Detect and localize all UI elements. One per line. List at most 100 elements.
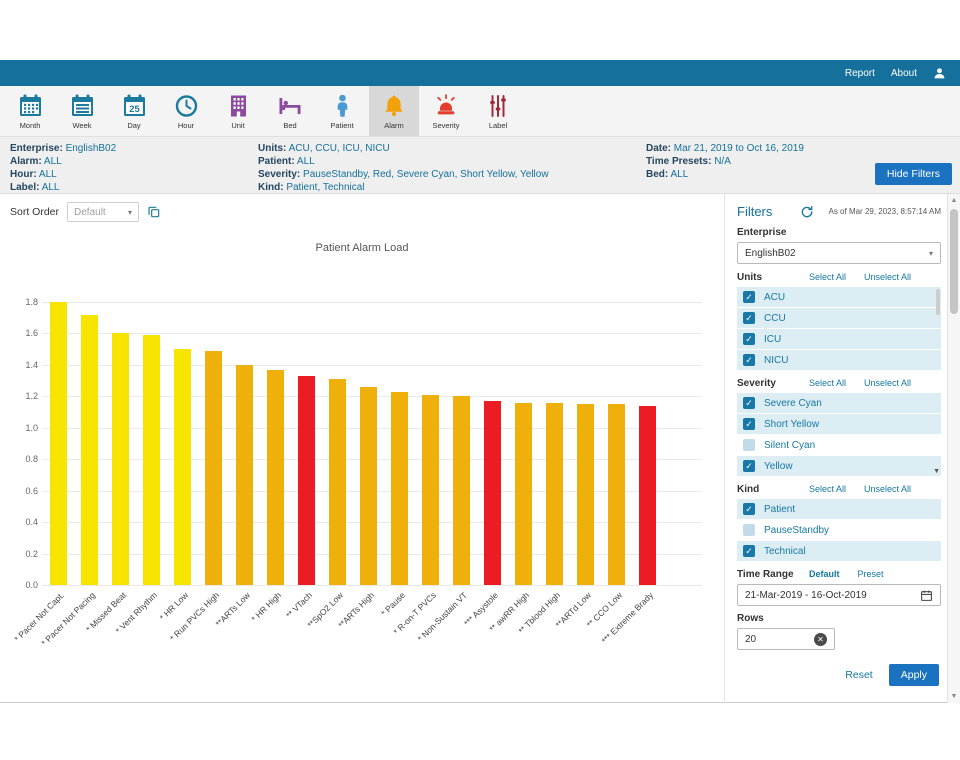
unselect-all-link[interactable]: Unselect All xyxy=(864,378,911,388)
filter-summary-row: Date: Mar 21, 2019 to Oct 16, 2019 xyxy=(646,142,950,155)
time-range-input[interactable]: 21-Mar-2019 - 16-Oct-2019 xyxy=(737,584,941,606)
rows-value: 20 xyxy=(745,634,756,645)
y-axis-tick: 1.6 xyxy=(10,328,38,338)
checkbox[interactable]: ✓ xyxy=(743,545,755,557)
checkbox[interactable] xyxy=(743,524,755,536)
chart: 0.00.20.40.60.81.01.21.41.61.8 * Pacer N… xyxy=(10,302,716,702)
checkbox-row-acu[interactable]: ✓ACU xyxy=(737,287,941,307)
apply-button[interactable]: Apply xyxy=(889,664,939,686)
checkbox-row-patient[interactable]: ✓Patient xyxy=(737,499,941,519)
calendar-month-icon xyxy=(18,93,43,120)
toolbar-item-patient[interactable]: Patient xyxy=(317,86,367,136)
list-scroll-down-icon[interactable]: ▼ xyxy=(933,468,940,475)
filters-panel-header: Filters As of Mar 29, 2023, 8:57:14 AM xyxy=(737,204,941,219)
reset-link[interactable]: Reset xyxy=(845,669,872,681)
list-scrollbar-thumb[interactable] xyxy=(936,289,940,315)
toolbar-item-label[interactable]: Label xyxy=(473,86,523,136)
checkbox[interactable]: ✓ xyxy=(743,503,755,515)
toolbar-item-unit[interactable]: Unit xyxy=(213,86,263,136)
toolbar-item-alarm[interactable]: Alarm xyxy=(369,86,419,136)
checkbox[interactable]: ✓ xyxy=(743,397,755,409)
toolbar-item-label: Alarm xyxy=(384,121,404,130)
toolbar-item-label: Bed xyxy=(283,121,296,130)
toolbar-item-week[interactable]: Week xyxy=(57,86,107,136)
checkbox-label: CCU xyxy=(764,313,786,324)
time-range-label: Time Range xyxy=(737,569,809,580)
filter-summary-label: Severity: xyxy=(258,169,300,180)
select-all-link[interactable]: Select All xyxy=(809,484,846,494)
time-range-default-link[interactable]: Default xyxy=(809,569,840,579)
about-link[interactable]: About xyxy=(891,68,917,79)
scroll-down-icon[interactable]: ▼ xyxy=(948,693,960,700)
toolbar-item-label: Patient xyxy=(330,121,353,130)
checkbox-row-technical[interactable]: ✓Technical xyxy=(737,541,941,561)
filter-summary-row: Units: ACU, CCU, ICU, NICU xyxy=(258,142,646,155)
toolbar-item-bed[interactable]: Bed xyxy=(265,86,315,136)
sort-order-select[interactable]: Default ▾ xyxy=(67,202,139,222)
filter-summary-value: PauseStandby, Red, Severe Cyan, Short Ye… xyxy=(303,169,549,180)
select-all-link[interactable]: Select All xyxy=(809,378,846,388)
as-of-timestamp: As of Mar 29, 2023, 8:57:14 AM xyxy=(828,207,941,216)
filter-summary-value: ALL xyxy=(42,182,60,193)
filter-summary-columns: Enterprise: EnglishB02Alarm: ALLHour: AL… xyxy=(10,142,950,194)
y-axis-tick: 0.4 xyxy=(10,517,38,527)
unselect-all-link[interactable]: Unselect All xyxy=(864,272,911,282)
clear-icon[interactable]: ✕ xyxy=(814,633,827,646)
hide-filters-button[interactable]: Hide Filters xyxy=(875,163,952,185)
toolbar-item-label: Week xyxy=(72,121,91,130)
y-axis-tick: 0.2 xyxy=(10,549,38,559)
refresh-icon[interactable] xyxy=(800,205,814,219)
checkbox-row-nicu[interactable]: ✓NICU xyxy=(737,350,941,370)
checkbox[interactable]: ✓ xyxy=(743,291,755,303)
checkbox[interactable]: ✓ xyxy=(743,354,755,366)
enterprise-select[interactable]: EnglishB02 ▾ xyxy=(737,242,941,264)
scrollbar-thumb[interactable] xyxy=(950,209,958,314)
checkbox[interactable]: ✓ xyxy=(743,460,755,472)
user-icon[interactable] xyxy=(933,67,946,80)
checkbox-row-yellow[interactable]: ✓Yellow xyxy=(737,456,941,476)
enterprise-value: EnglishB02 xyxy=(745,248,796,259)
checkbox-row-pausestandby[interactable]: PauseStandby xyxy=(737,520,941,540)
bar-0 xyxy=(50,302,67,585)
calendar-icon[interactable] xyxy=(920,589,933,602)
checkbox-row-ccu[interactable]: ✓ CCU xyxy=(737,308,941,328)
check-icon: ✓ xyxy=(745,419,753,429)
bar-12 xyxy=(422,395,439,585)
time-range-preset-link[interactable]: Preset xyxy=(858,569,884,579)
bar-1 xyxy=(81,315,98,585)
scroll-up-icon[interactable]: ▲ xyxy=(948,197,960,204)
checkbox-label: Silent Cyan xyxy=(764,440,815,451)
select-all-link[interactable]: Select All xyxy=(809,272,846,282)
toolbar-item-hour[interactable]: Hour xyxy=(161,86,211,136)
section-title: Kind xyxy=(737,484,809,495)
bar-4 xyxy=(174,349,191,585)
unselect-all-link[interactable]: Unselect All xyxy=(864,484,911,494)
checkbox[interactable]: ✓ xyxy=(743,418,755,430)
checkbox-row-silent-cyan[interactable]: Silent Cyan xyxy=(737,435,941,455)
filter-summary-label: Kind: xyxy=(258,182,284,193)
filter-summary-row: Label: ALL xyxy=(10,181,258,194)
y-axis-tick: 1.4 xyxy=(10,360,38,370)
checkbox-row-severe-cyan[interactable]: ✓Severe Cyan xyxy=(737,393,941,413)
severity-list: ✓Severe Cyan✓Short Yellow Silent Cyan ✓Yel… xyxy=(737,393,941,476)
toolbar-item-label: Label xyxy=(489,121,507,130)
checkbox-row-icu[interactable]: ✓ICU xyxy=(737,329,941,349)
checkbox[interactable] xyxy=(743,439,755,451)
bell-icon xyxy=(381,93,407,120)
section-title: Units xyxy=(737,272,809,283)
calendar-day-icon: 25 xyxy=(122,93,147,120)
check-icon: ✓ xyxy=(745,461,753,471)
report-link[interactable]: Report xyxy=(845,68,875,79)
bar-8 xyxy=(298,376,315,585)
rows-input[interactable]: 20 ✕ xyxy=(737,628,835,650)
copy-icon[interactable] xyxy=(147,205,161,219)
toolbar-item-severity[interactable]: Severity xyxy=(421,86,471,136)
filter-summary-row: Enterprise: EnglishB02 xyxy=(10,142,258,155)
checkbox[interactable]: ✓ xyxy=(743,333,755,345)
panel-scrollbar[interactable]: ▲ ▼ xyxy=(947,194,960,703)
checkbox-row-short-yellow[interactable]: ✓Short Yellow xyxy=(737,414,941,434)
checkbox[interactable]: ✓ xyxy=(743,312,755,324)
toolbar-item-month[interactable]: Month xyxy=(5,86,55,136)
toolbar-item-day[interactable]: 25Day xyxy=(109,86,159,136)
building-icon xyxy=(226,93,251,120)
